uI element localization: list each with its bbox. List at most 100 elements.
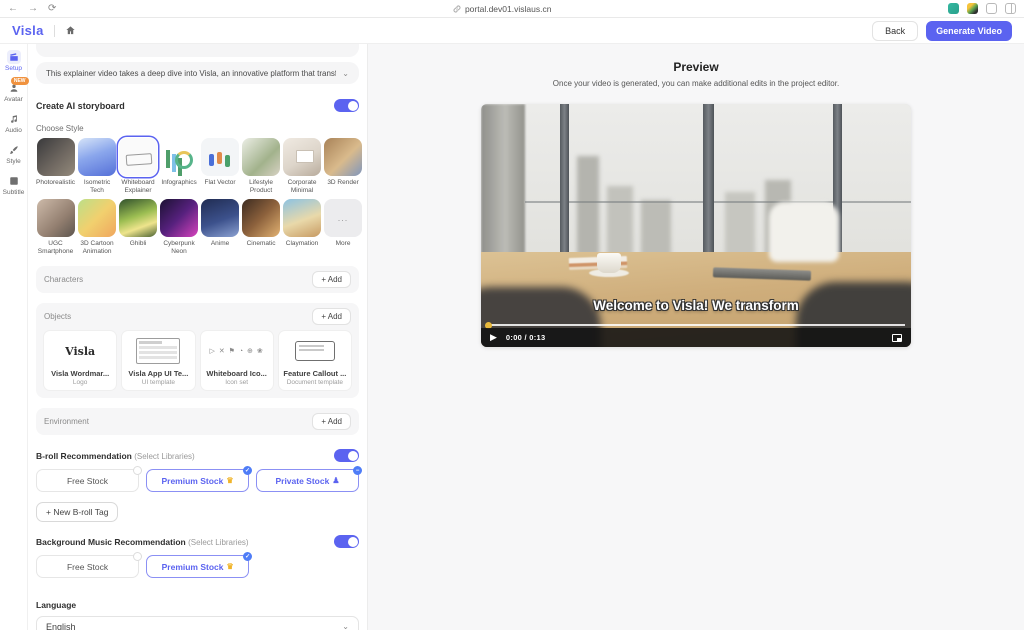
style-anime[interactable]: Anime xyxy=(201,199,239,256)
style-infographics[interactable]: Infographics xyxy=(160,138,198,195)
style-lifestyle-product[interactable]: Lifestyle Product xyxy=(242,138,280,195)
visla-logo[interactable]: Visla xyxy=(12,23,44,38)
style-corporate-minimal[interactable]: Corporate Minimal xyxy=(283,138,321,195)
fullscreen-button[interactable] xyxy=(892,334,902,342)
music-premium-stock-button[interactable]: Premium Stock♛ ✓ xyxy=(146,555,249,578)
style-brush-icon xyxy=(7,143,21,157)
style-flat-vector[interactable]: Flat Vector xyxy=(201,138,239,195)
summary-text: This explainer video takes a deep dive i… xyxy=(46,69,336,78)
broll-premium-stock-button[interactable]: Premium Stock♛ ✓ xyxy=(146,469,249,492)
style-thumb xyxy=(324,138,362,176)
sidebar-item-subtitle[interactable]: Subtitle xyxy=(0,174,28,196)
object-card-icon-set[interactable]: ▷ ✕ ⚑ ◔ ⊕ ❀ Whiteboard Ico... Icon set xyxy=(201,331,273,390)
style-3d-render[interactable]: 3D Render xyxy=(324,138,362,195)
icon-set-preview: ▷ ✕ ⚑ ◔ ⊕ ❀ xyxy=(210,347,264,355)
style-claymation[interactable]: Claymation xyxy=(283,199,321,256)
browser-reload-icon[interactable]: ⟳ xyxy=(48,3,56,14)
broll-label: B-roll Recommendation xyxy=(36,451,132,461)
browser-forward-icon[interactable]: → xyxy=(28,3,38,14)
wordmark-preview: Visla xyxy=(65,345,95,358)
time-display: 0:00 / 0:13 xyxy=(506,333,546,342)
object-card-wordmark[interactable]: Visla Visla Wordmar... Logo xyxy=(44,331,116,390)
setup-form-panel: This explainer video takes a deep dive i… xyxy=(28,44,368,630)
style-3d-cartoon[interactable]: 3D Cartoon Animation xyxy=(78,199,116,256)
callout-preview xyxy=(295,341,335,361)
broll-private-stock-button[interactable]: Private Stock♟ − xyxy=(256,469,359,492)
style-photorealistic[interactable]: Photorealistic xyxy=(36,138,75,195)
video-summary-collapsed[interactable]: This explainer video takes a deep dive i… xyxy=(36,62,359,84)
unselected-radio xyxy=(133,552,142,561)
object-card-ui-template[interactable]: Visla App UI Te... UI template xyxy=(122,331,194,390)
browser-back-icon[interactable]: ← xyxy=(8,3,18,14)
sidebar-item-label: Style xyxy=(6,158,20,165)
extension-icon[interactable] xyxy=(948,3,959,14)
music-label: Background Music Recommendation xyxy=(36,537,186,547)
language-label: Language xyxy=(36,600,359,610)
sidebar-item-style[interactable]: Style xyxy=(0,143,28,165)
generate-video-button[interactable]: Generate Video xyxy=(926,21,1012,41)
setup-icon xyxy=(7,50,21,64)
app-header: Visla Back Generate Video xyxy=(0,18,1024,44)
more-ellipsis: ... xyxy=(324,199,362,237)
sidebar-item-avatar[interactable]: NEW Avatar xyxy=(0,81,28,103)
split-view-icon[interactable] xyxy=(1005,3,1016,14)
new-broll-tag-button[interactable]: + New B-roll Tag xyxy=(36,502,118,522)
window-rail xyxy=(525,201,911,203)
video-caption: Welcome to Visla! We transform xyxy=(481,298,911,313)
characters-label: Characters xyxy=(44,275,83,284)
link-icon xyxy=(453,5,461,13)
white-chair xyxy=(769,202,839,262)
preview-subtitle: Once your video is generated, you can ma… xyxy=(368,79,1024,88)
unselected-radio xyxy=(133,466,142,475)
style-cyberpunk-neon[interactable]: Cyberpunk Neon xyxy=(160,199,198,256)
concrete-pillar xyxy=(481,104,525,274)
crown-icon: ♛ xyxy=(226,476,233,485)
extension-icon[interactable] xyxy=(967,3,978,14)
add-object-button[interactable]: + Add xyxy=(312,308,351,325)
style-whiteboard-explainer[interactable]: Whiteboard Explainer xyxy=(119,138,157,195)
sidebar-item-setup[interactable]: Setup xyxy=(0,50,28,72)
music-toggle[interactable] xyxy=(334,535,359,548)
add-character-button[interactable]: + Add xyxy=(312,271,351,288)
url-text: portal.dev01.vislaus.cn xyxy=(465,4,551,14)
style-isometric-tech[interactable]: Isometric Tech xyxy=(78,138,116,195)
play-button[interactable]: ▶ xyxy=(490,332,497,343)
style-thumb xyxy=(242,199,280,237)
style-thumb xyxy=(160,138,198,176)
subtitle-icon xyxy=(7,174,21,188)
scrolled-field-partial xyxy=(36,44,359,57)
video-player[interactable]: Welcome to Visla! We transform ▶ 0:00 / … xyxy=(481,104,911,347)
style-ghibli[interactable]: Ghibli xyxy=(119,199,157,256)
style-cinematic[interactable]: Cinematic xyxy=(242,199,280,256)
music-hint: (Select Libraries) xyxy=(188,538,248,547)
style-grid: Photorealistic Isometric Tech Whiteboard… xyxy=(36,138,359,256)
address-bar[interactable]: portal.dev01.vislaus.cn xyxy=(453,4,551,14)
person-lock-icon: ♟ xyxy=(332,476,339,485)
music-free-stock-button[interactable]: Free Stock xyxy=(36,555,139,578)
environment-section: Environment + Add xyxy=(36,408,359,435)
add-environment-button[interactable]: + Add xyxy=(312,413,351,430)
language-select[interactable]: English ⌄ xyxy=(36,616,359,630)
browser-panel-icon[interactable] xyxy=(986,3,997,14)
preview-title: Preview xyxy=(368,60,1024,74)
object-card-feature-callout[interactable]: Feature Callout ... Document template xyxy=(279,331,351,390)
progress-bar[interactable] xyxy=(487,324,905,326)
style-thumb xyxy=(201,138,239,176)
back-button[interactable]: Back xyxy=(872,21,918,41)
sidebar-item-label: Setup xyxy=(5,65,22,72)
style-thumb xyxy=(283,199,321,237)
style-ugc-smartphone[interactable]: UGC Smartphone xyxy=(36,199,75,256)
home-icon[interactable] xyxy=(65,25,76,36)
sidebar-item-audio[interactable]: Audio xyxy=(0,112,28,134)
divider xyxy=(54,25,55,37)
style-more[interactable]: ...More xyxy=(324,199,362,256)
chevron-down-icon: ⌄ xyxy=(342,622,349,630)
style-thumb xyxy=(283,138,321,176)
style-thumb xyxy=(78,199,116,237)
broll-free-stock-button[interactable]: Free Stock xyxy=(36,469,139,492)
objects-section: Objects + Add Visla Visla Wordmar... Log… xyxy=(36,303,359,398)
broll-toggle[interactable] xyxy=(334,449,359,462)
broll-hint: (Select Libraries) xyxy=(134,452,194,461)
selected-check-badge: ✓ xyxy=(243,466,252,475)
storyboard-toggle[interactable] xyxy=(334,99,359,112)
